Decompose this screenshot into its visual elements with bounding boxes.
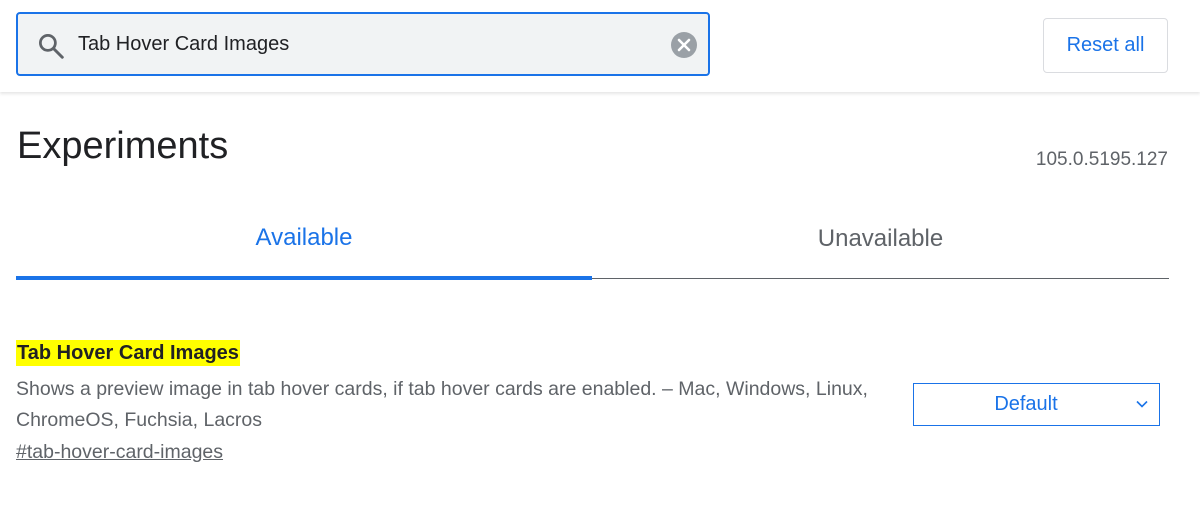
tab-bar: Available Unavailable: [16, 200, 1169, 280]
experiment-state-select[interactable]: Default: [913, 383, 1160, 426]
search-icon: [39, 34, 64, 59]
search-input[interactable]: [78, 14, 638, 74]
search-box[interactable]: [16, 12, 710, 76]
experiment-permalink[interactable]: #tab-hover-card-images: [16, 441, 223, 464]
tab-available[interactable]: Available: [16, 200, 592, 280]
version-label: 105.0.5195.127: [1035, 149, 1168, 170]
header-bar: Reset all: [0, 0, 1200, 92]
experiment-title: Tab Hover Card Images: [16, 340, 240, 366]
page-title: Experiments: [17, 125, 229, 167]
select-value: Default: [994, 392, 1058, 415]
chevron-down-icon: [1136, 400, 1148, 408]
experiment-description: Shows a preview image in tab hover cards…: [16, 378, 868, 431]
reset-all-button[interactable]: Reset all: [1043, 18, 1168, 73]
tab-unavailable[interactable]: Unavailable: [592, 200, 1169, 279]
clear-search-icon[interactable]: [670, 31, 698, 59]
